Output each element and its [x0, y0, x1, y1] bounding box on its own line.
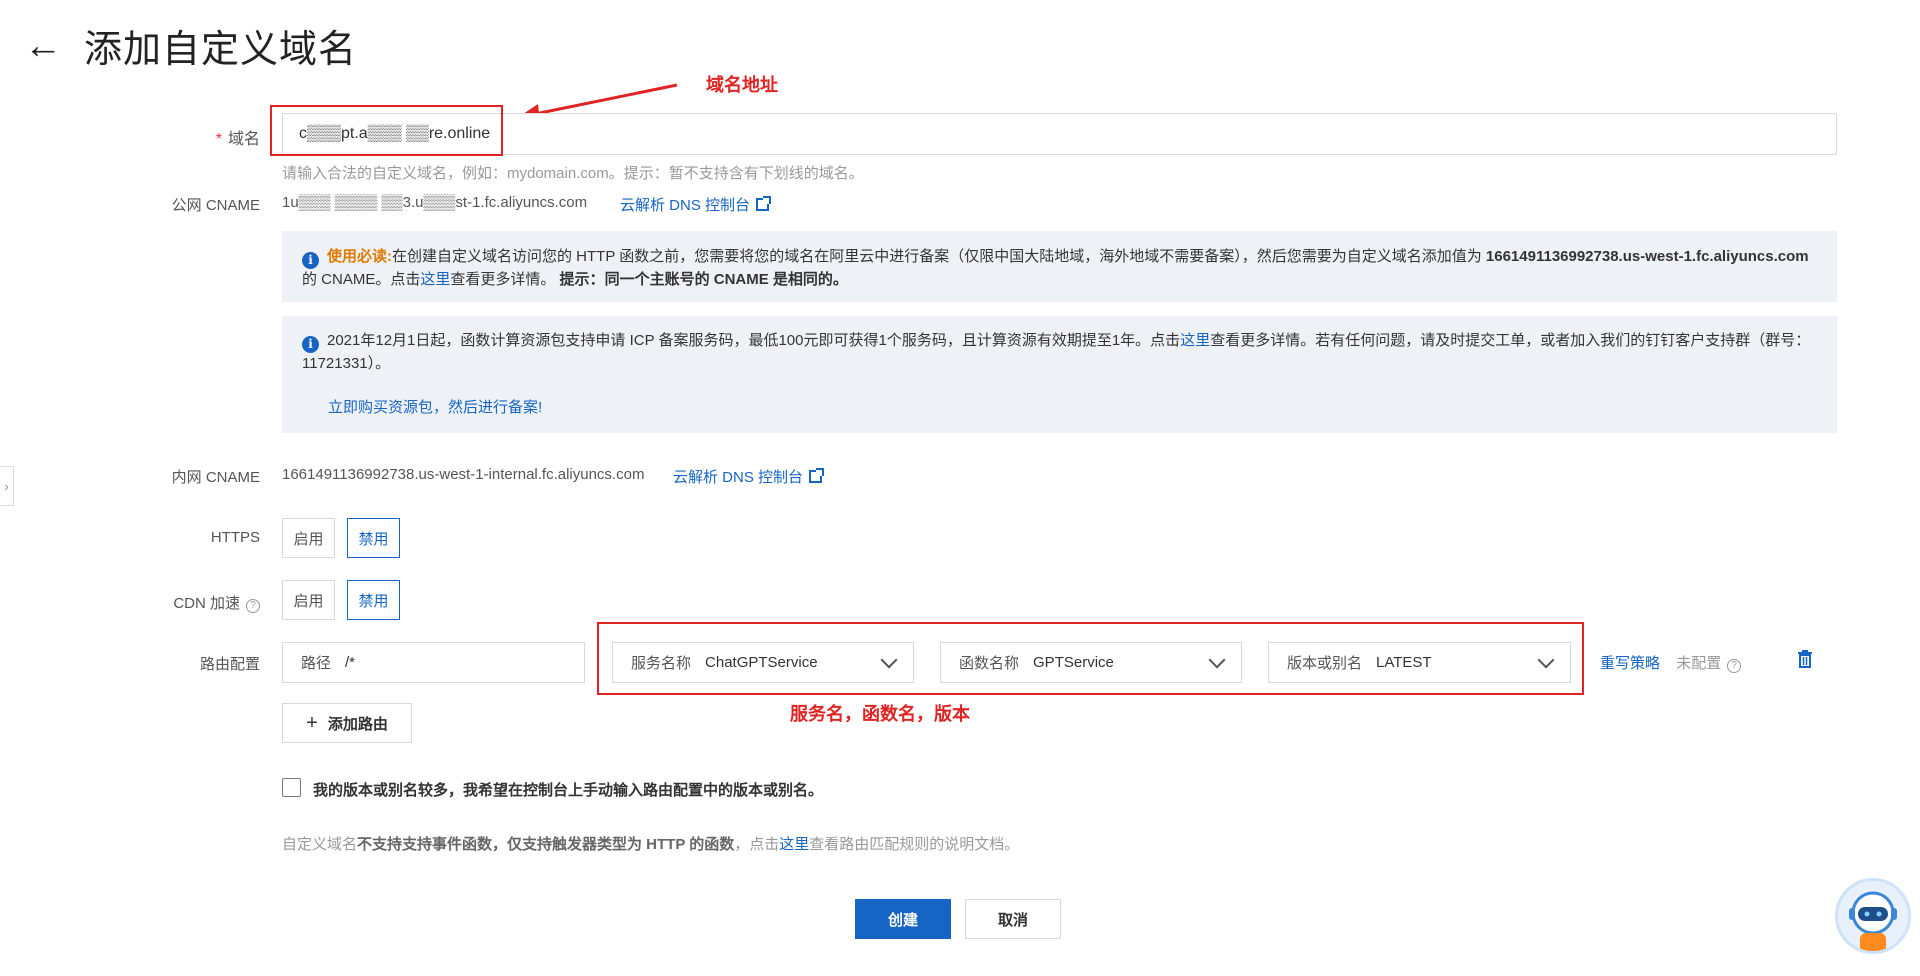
notice-text3: 查看更多详情。 — [450, 270, 556, 288]
cdn-label: CDN 加速? — [0, 592, 260, 613]
page-title: 添加自定义域名 — [84, 29, 358, 71]
manual-version-label: 我的版本或别名较多，我希望在控制台上手动输入路由配置中的版本或别名。 — [313, 782, 824, 799]
public-cname-value: 1u▒▒▒ ▒▒▒▒ ▒▒3.u▒▒▒st-1.fc.aliyuncs.com — [282, 194, 588, 211]
footer-note-t4: 查看路由匹配规则的说明文档。 — [809, 836, 1020, 853]
version-key: 版本或别名 — [1287, 655, 1363, 672]
footer-note-t1: 自定义域名 — [282, 836, 358, 853]
trash-icon[interactable] — [1797, 650, 1813, 668]
service-select[interactable]: 服务名称 ChatGPTService — [612, 642, 914, 683]
route-path-value: /* — [345, 654, 356, 671]
external-link-icon — [809, 468, 825, 483]
version-value: LATEST — [1376, 654, 1432, 671]
help-icon[interactable]: ? — [246, 598, 260, 613]
version-select[interactable]: 版本或别名 LATEST — [1268, 642, 1571, 683]
rewrite-policy: 重写策略 未配置? — [1600, 652, 1742, 673]
chevron-down-icon — [1208, 651, 1226, 668]
notice-cname-value: 1661491136992738.us-west-1.fc.aliyuncs.c… — [1485, 248, 1809, 265]
public-dns-link-text[interactable]: 云解析 DNS 控制台 — [620, 197, 750, 214]
notice-here-link[interactable]: 这里 — [420, 271, 450, 288]
manual-version-checkbox[interactable] — [282, 778, 301, 797]
rewrite-policy-link[interactable]: 重写策略 — [1600, 655, 1660, 672]
route-label: 路由配置 — [199, 656, 260, 673]
domain-input[interactable]: c▒▒▒pt.a▒▒▒ ▒▒re.online — [282, 113, 1837, 155]
external-link-icon — [756, 196, 772, 211]
robot-assistant-icon — [1849, 891, 1897, 951]
public-cname-label: 公网 CNAME — [171, 197, 260, 214]
notice-must-read-prefix: 使用必读: — [327, 248, 392, 265]
internal-dns-link-text[interactable]: 云解析 DNS 控制台 — [673, 469, 803, 486]
notice-text2: 的 CNAME。点击 — [302, 270, 421, 288]
notice-must-read-text: 在创建自定义域名访问您的 HTTP 函数之前，您需要将您的域名在阿里云中进行备案… — [392, 248, 1482, 265]
function-key: 函数名称 — [959, 655, 1020, 672]
cdn-enable-button[interactable]: 启用 — [282, 580, 335, 620]
arrow-left-icon[interactable]: ← — [24, 27, 62, 65]
annotation-domain-address: 域名地址 — [706, 75, 778, 95]
footer-note-t2: 不支持支持事件函数，仅支持触发器类型为 HTTP 的函数 — [357, 836, 735, 853]
info-icon: i — [302, 335, 319, 353]
page-header: ← 添加自定义域名 — [24, 18, 357, 73]
service-key: 服务名称 — [631, 655, 692, 672]
https-disable-button[interactable]: 禁用 — [347, 518, 400, 558]
notice-icp-body: i 2021年12月1日起，函数计算资源包支持申请 ICP 备案服务码，最低100… — [302, 330, 1817, 375]
internal-dns-link[interactable]: 云解析 DNS 控制台 — [673, 466, 825, 487]
notice-icp-buy: 立即购买资源包，然后进行备案! — [302, 397, 1817, 419]
add-route-button[interactable]: + 添加路由 — [282, 703, 412, 743]
domain-label-text: 域名 — [227, 131, 260, 148]
footer-note-t3: ，点击 — [734, 836, 780, 853]
internal-cname-value: 1661491136992738.us-west-1-internal.fc.a… — [282, 466, 645, 483]
info-icon: i — [302, 251, 319, 269]
route-path-key: 路径 — [301, 655, 332, 672]
public-dns-link[interactable]: 云解析 DNS 控制台 — [620, 194, 772, 215]
cdn-label-text: CDN 加速 — [173, 595, 240, 612]
chevron-down-icon — [880, 651, 898, 668]
add-route-label: 添加路由 — [327, 715, 388, 733]
notice-tip-text: 同一个主账号的 CNAME 是相同的。 — [604, 270, 848, 288]
service-value: ChatGPTService — [705, 654, 818, 671]
footer-note-link[interactable]: 这里 — [779, 836, 809, 853]
rewrite-status: 未配置 — [1676, 655, 1722, 672]
internal-cname-label: 内网 CNAME — [171, 469, 260, 486]
plus-icon: + — [306, 711, 318, 734]
required-mark: * — [215, 131, 222, 148]
https-enable-button[interactable]: 启用 — [282, 518, 335, 558]
annotation-box-domain — [270, 105, 503, 156]
domain-hint: 请输入合法的自定义域名，例如：mydomain.com。提示：暂不支持含有下划线… — [282, 165, 864, 182]
domain-label: * 域名 — [0, 125, 260, 149]
notice-icp-here-link[interactable]: 这里 — [1180, 332, 1210, 349]
chevron-down-icon — [1537, 651, 1555, 668]
route-path-input[interactable]: 路径 /* — [282, 642, 585, 683]
notice-icp-text1: 2021年12月1日起，函数计算资源包支持申请 ICP 备案服务码，最低100元… — [327, 332, 1181, 349]
buy-resource-link[interactable]: 立即购买资源包，然后进行备案! — [328, 399, 542, 416]
https-label: HTTPS — [210, 529, 260, 546]
cancel-button[interactable]: 取消 — [965, 899, 1061, 939]
create-button[interactable]: 创建 — [855, 899, 951, 939]
notice-must-read: i 使用必读:在创建自定义域名访问您的 HTTP 函数之前，您需要将您的域名在阿里… — [282, 231, 1837, 302]
function-select[interactable]: 函数名称 GPTService — [940, 642, 1242, 683]
notice-icp: i 2021年12月1日起，函数计算资源包支持申请 ICP 备案服务码，最低100… — [282, 316, 1837, 433]
annotation-service-function-version: 服务名，函数名，版本 — [790, 704, 970, 724]
cdn-disable-button[interactable]: 禁用 — [347, 580, 400, 620]
help-icon[interactable]: ? — [1727, 658, 1742, 673]
assistant-avatar[interactable] — [1835, 878, 1911, 954]
function-value: GPTService — [1033, 654, 1114, 671]
notice-tip-label: 提示： — [559, 270, 605, 288]
footer-note: 自定义域名不支持支持事件函数，仅支持触发器类型为 HTTP 的函数，点击这里查看… — [282, 833, 1019, 854]
